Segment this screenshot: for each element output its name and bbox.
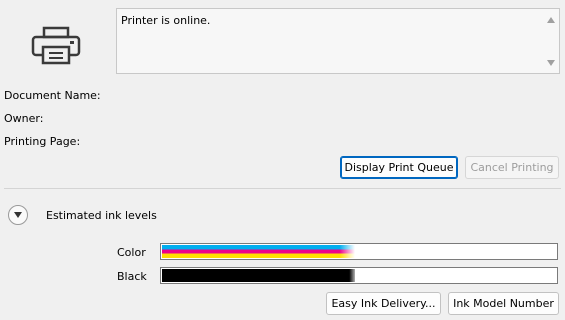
status-scrollbar[interactable] — [544, 9, 559, 73]
color-ink-fill — [162, 245, 355, 258]
status-message: Printer is online. — [121, 14, 211, 27]
printing-page-label: Printing Page: — [4, 135, 81, 148]
section-divider — [4, 188, 561, 189]
document-name-label: Document Name: — [4, 89, 101, 102]
owner-label: Owner: — [4, 112, 44, 125]
black-ink-fill — [162, 269, 355, 282]
ink-model-number-button[interactable]: Ink Model Number — [448, 292, 559, 315]
status-message-box[interactable]: Printer is online. — [116, 8, 560, 74]
scroll-down-icon[interactable] — [547, 60, 555, 66]
black-ink-bar — [160, 267, 558, 284]
ink-levels-toggle[interactable] — [8, 205, 28, 225]
chevron-down-icon — [14, 212, 22, 218]
cancel-printing-button[interactable]: Cancel Printing — [465, 156, 559, 179]
color-ink-bar — [160, 243, 558, 260]
printer-icon — [31, 26, 81, 65]
scroll-up-icon[interactable] — [547, 17, 555, 23]
ink-levels-title: Estimated ink levels — [46, 209, 157, 222]
color-ink-label: Color — [117, 246, 146, 259]
easy-ink-delivery-button[interactable]: Easy Ink Delivery... — [326, 292, 441, 315]
black-ink-label: Black — [117, 270, 147, 283]
display-print-queue-button[interactable]: Display Print Queue — [340, 156, 458, 179]
